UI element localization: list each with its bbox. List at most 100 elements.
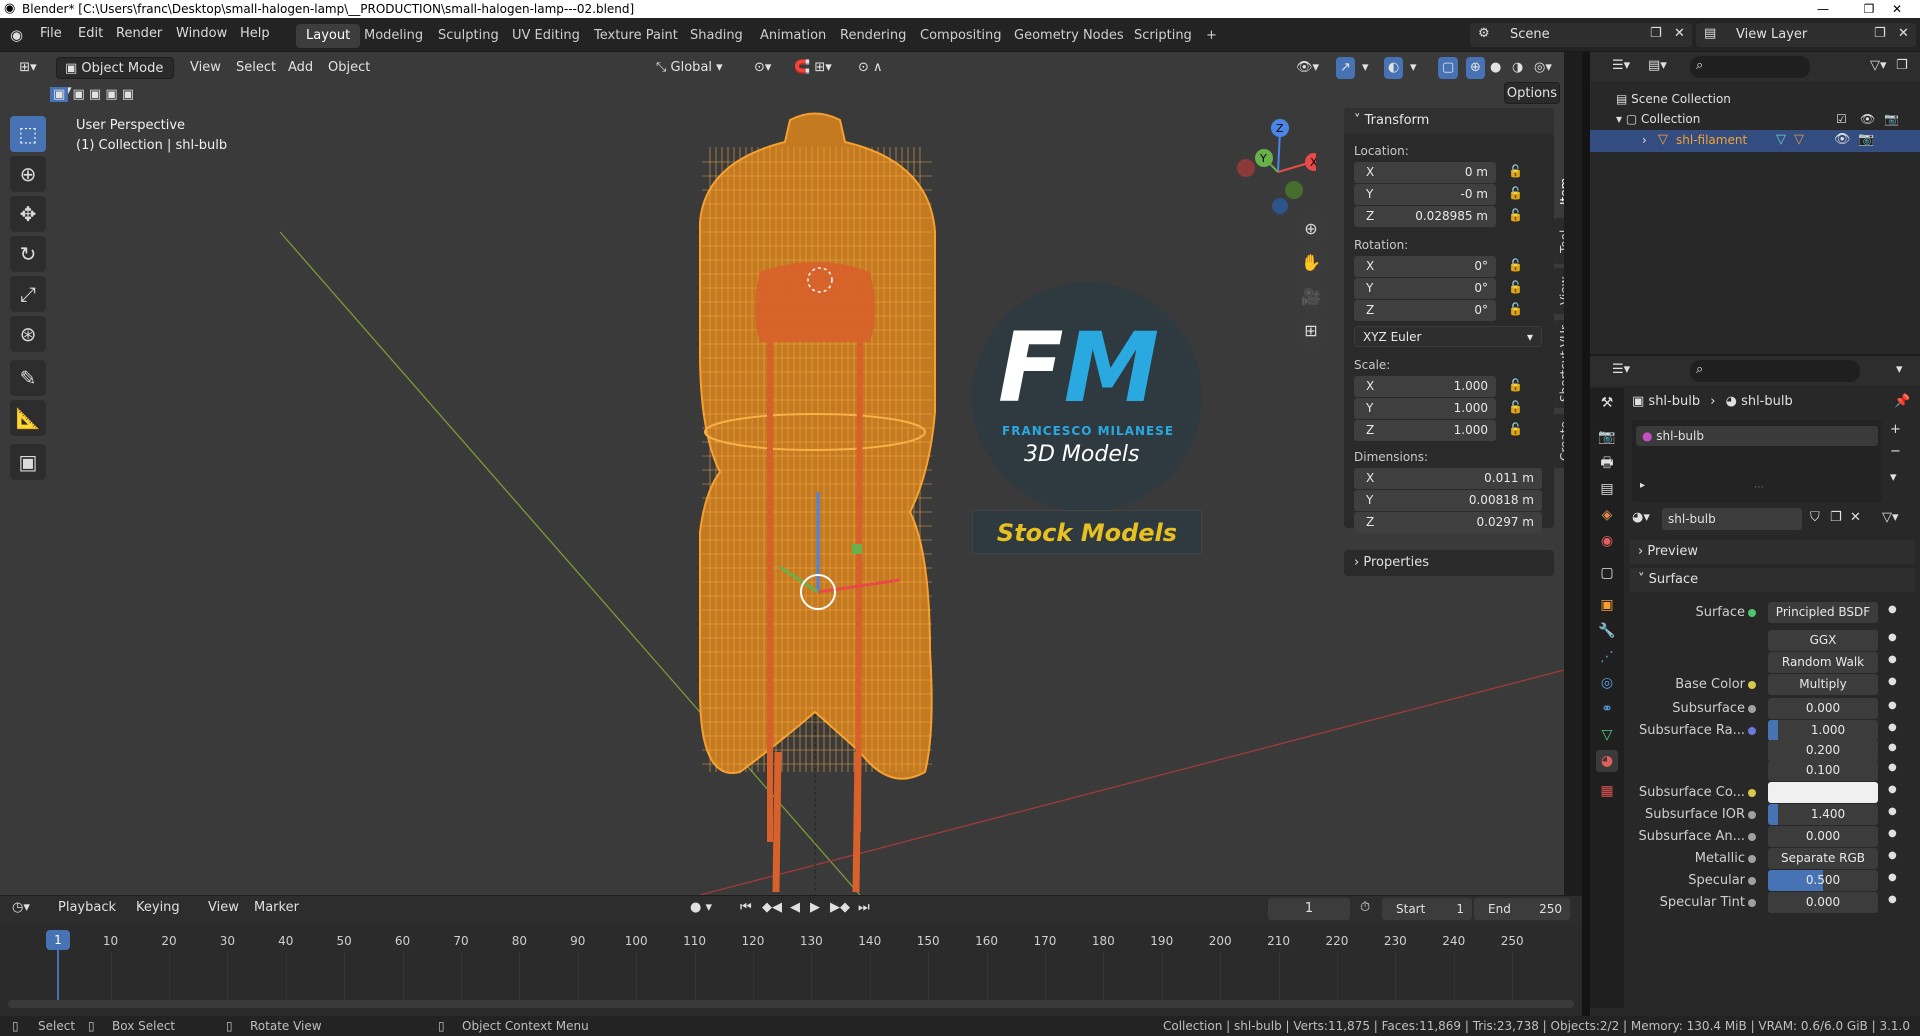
constraints-tab-icon[interactable]: ⚭ [1596,698,1618,720]
tab-tool[interactable]: Tool [1554,218,1564,264]
render-camera-icon[interactable]: 📷 [1884,112,1899,126]
location-z-field[interactable]: Z 0.028985 m [1354,206,1496,227]
next-keyframe-icon[interactable]: ▶◆ [830,900,850,915]
transform-header[interactable]: ˅ Transform [1344,108,1554,134]
overlay-toggle-icon[interactable]: ◐ [1384,57,1404,79]
tab-animation[interactable]: Animation [750,24,836,48]
lock-icon[interactable]: 🔓 [1508,208,1523,222]
camera-icon[interactable]: 🎥 [1296,282,1326,312]
exclude-checkbox[interactable]: ☑ [1836,112,1847,126]
texture-tab-icon[interactable]: ▦ [1596,780,1618,802]
world-tab-icon[interactable]: ◉ [1596,530,1618,552]
outliner-row-shl-filament[interactable]: › ▽ shl-filament ▽ ▽ 👁 📷 [1590,130,1920,152]
menu-playback[interactable]: Playback [58,900,116,915]
new-collection-icon[interactable]: ❐ [1896,58,1908,73]
cursor-tool-icon[interactable]: ⊕ [10,156,46,192]
remove-scene-icon[interactable]: ✕ [1674,26,1685,41]
material-datablock[interactable]: ◕▾ shl-bulb ⛉ ❐ ✕ ▽▾ [1632,508,1912,530]
dimensions-z-field[interactable]: Z 0.0297 m [1354,512,1542,533]
measure-tool-icon[interactable]: 📐 [10,400,46,436]
rotation-mode-dropdown[interactable]: XYZ Euler ▾ [1354,326,1542,347]
property-row[interactable]: 0.200 ● [1630,740,1915,762]
modifier-tab-icon[interactable]: 🔧 [1596,620,1618,642]
outliner-search-input[interactable]: ⌕ [1690,56,1810,78]
property-value[interactable]: 0.100 [1768,760,1878,781]
record-icon[interactable]: ● ▾ [690,900,712,915]
socket-icon[interactable] [1748,811,1756,819]
dimensions-x-field[interactable]: X 0.011 m [1354,468,1542,489]
menu-help[interactable]: Help [240,26,270,41]
select-invert-icon[interactable]: ▣ [105,87,117,102]
snap-icon[interactable]: 🧲 ⊞▾ [794,57,832,79]
property-row[interactable]: Random Walk ● [1630,652,1915,674]
annotate-tool-icon[interactable]: ✎ [10,360,46,396]
menu-object[interactable]: Object [328,57,370,79]
socket-icon[interactable] [1748,681,1756,689]
editor-type-icon[interactable]: ⊞▾ [10,57,46,79]
lock-icon[interactable]: 🔓 [1508,378,1523,392]
lock-icon[interactable]: 🔓 [1508,422,1523,436]
tab-shortcut-vur[interactable]: Shortcut VUr [1554,320,1564,408]
gizmo-menu-icon[interactable]: ▾ [1362,57,1369,79]
options-chevron-icon[interactable]: ▾ [1896,362,1903,377]
fake-user-icon[interactable]: ⛉ [1810,510,1820,525]
select-subtract-icon[interactable]: ▣ [89,87,101,102]
property-value[interactable]: Separate RGB [1768,848,1878,869]
menu-select[interactable]: Select [236,57,276,79]
socket-icon[interactable] [1748,789,1756,797]
add-cube-tool-icon[interactable]: ▣ [10,444,46,480]
property-row[interactable]: Surface Principled BSDF ● [1630,602,1915,624]
rendered-shading-icon[interactable]: ◎▾ [1534,57,1552,79]
overlay-menu-icon[interactable]: ▾ [1410,57,1417,79]
select-new-icon[interactable]: ▣ [50,87,69,102]
pivot-icon[interactable]: ⊙▾ [754,57,771,79]
property-value[interactable]: 1.400 [1768,804,1878,825]
tab-modeling[interactable]: Modeling [354,24,433,48]
property-row[interactable]: 0.100 ● [1630,760,1915,782]
property-row[interactable]: Specular Tint 0.000 ● [1630,892,1915,914]
keyframe-dot-icon[interactable]: ● [1888,742,1897,753]
property-value[interactable]: 0.000 [1768,698,1878,719]
property-value[interactable]: Random Walk [1768,652,1878,673]
eye-icon[interactable]: 👁 [1834,132,1851,147]
keyframe-dot-icon[interactable]: ● [1888,632,1897,643]
transform-tool-icon[interactable]: ⊛ [10,316,46,352]
scale-tool-icon[interactable]: ⤢ [10,276,46,312]
tab-item[interactable]: Item [1554,168,1564,214]
current-frame-field[interactable]: 1 [1268,898,1350,920]
resize-grip-icon[interactable]: ⋯ [1754,482,1764,493]
rotation-z-field[interactable]: Z 0° [1354,300,1496,321]
select-mode-buttons[interactable]: ▣ ▣ ▣ ▣ ▣ [50,84,160,106]
dimensions-y-field[interactable]: Y 0.00818 m [1354,490,1542,511]
filter-icon[interactable]: ▽▾ [1870,58,1887,73]
property-row[interactable]: Subsurface 0.000 ● [1630,698,1915,720]
rotation-x-field[interactable]: X 0° [1354,256,1496,277]
tab-texture-paint[interactable]: Texture Paint [584,24,688,48]
keyframe-dot-icon[interactable]: ● [1888,894,1897,905]
keyframe-dot-icon[interactable]: ● [1888,806,1897,817]
property-row[interactable]: Subsurface Co... ● [1630,782,1915,804]
mode-dropdown[interactable]: ▣ Object Mode ▾ [56,57,174,98]
scale-x-field[interactable]: X 1.000 [1354,376,1496,397]
property-row[interactable]: GGX ● [1630,630,1915,652]
socket-icon[interactable] [1748,609,1756,617]
lock-icon[interactable]: 🔓 [1508,164,1523,178]
transform-orientation[interactable]: ⤡ Global ▾ [656,57,742,79]
keyframe-dot-icon[interactable]: ● [1888,700,1897,711]
lock-icon[interactable]: 🔓 [1508,280,1523,294]
surface-section[interactable]: ˅ Surface [1630,568,1915,592]
property-value[interactable]: Multiply [1768,674,1878,695]
property-value[interactable]: Principled BSDF [1768,602,1878,623]
material-slot-row[interactable]: ● shl-bulb [1636,426,1878,446]
add-slot-icon[interactable]: + [1890,422,1901,437]
menu-marker[interactable]: Marker [254,900,299,915]
rotate-tool-icon[interactable]: ↻ [10,236,46,272]
property-row[interactable]: Base Color Multiply ● [1630,674,1915,696]
scale-z-field[interactable]: Z 1.000 [1354,420,1496,441]
keyframe-dot-icon[interactable]: ● [1888,784,1897,795]
tab-layout[interactable]: Layout [296,24,361,48]
render-camera-icon[interactable]: 📷 [1858,132,1874,147]
prev-keyframe-icon[interactable]: ◆◀ [762,900,782,915]
options-dropdown[interactable]: Options ▾ [1504,82,1560,123]
menu-render[interactable]: Render [116,26,162,41]
